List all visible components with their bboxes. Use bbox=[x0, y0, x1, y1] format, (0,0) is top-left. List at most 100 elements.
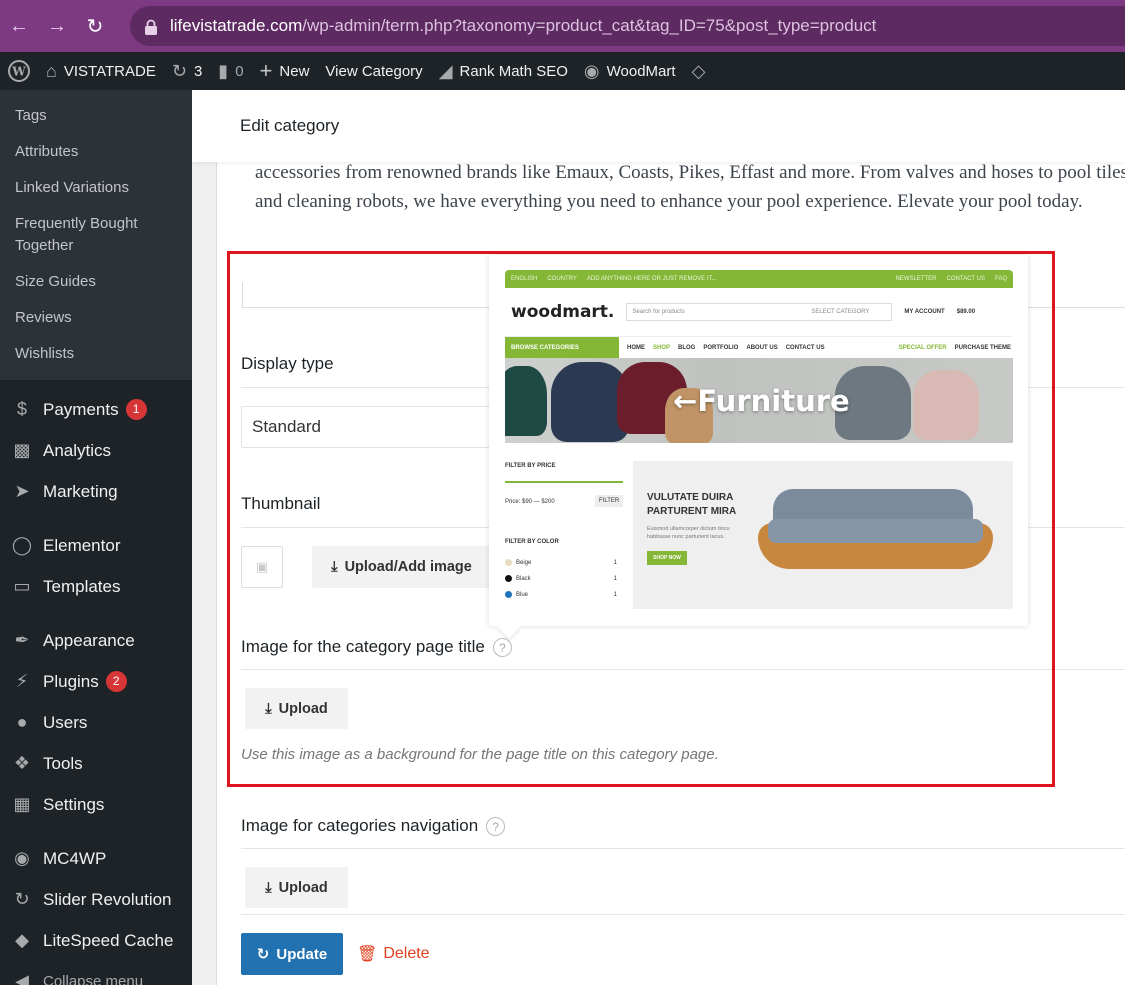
woodmart-label: WoodMart bbox=[606, 62, 676, 80]
preview-filters: FILTER BY PRICE Price: $90 — $200 FILTER… bbox=[505, 443, 625, 609]
updates-icon: ↻ bbox=[171, 61, 187, 81]
submenu-frequently-bought-together[interactable]: Frequently Bought Together bbox=[0, 206, 192, 264]
preview-text: ENGLISH bbox=[511, 276, 538, 282]
url-host: lifevistatrade.com bbox=[170, 16, 303, 35]
preview-text: FILTER BY COLOR bbox=[505, 539, 559, 545]
preview-text: CONTACT US bbox=[785, 344, 825, 351]
submenu-size-guides[interactable]: Size Guides bbox=[0, 264, 192, 300]
reload-icon[interactable]: ↻ bbox=[76, 7, 114, 45]
download-icon: ⤓ bbox=[265, 879, 272, 896]
rank-math-link[interactable]: ◢ Rank Math SEO bbox=[431, 52, 576, 90]
svg-text:W: W bbox=[11, 65, 26, 79]
sidebar-item-label: Tools bbox=[43, 753, 83, 773]
preview-text: SPECIAL OFFER bbox=[898, 344, 947, 351]
view-category-link[interactable]: View Category bbox=[317, 52, 430, 90]
address-bar[interactable]: lifevistatrade.com/wp-admin/term.php?tax… bbox=[130, 6, 1125, 46]
refresh-icon: ↻ bbox=[256, 946, 270, 963]
preview-text: HOME bbox=[627, 344, 645, 351]
sidebar-item-marketing[interactable]: ➤ Marketing bbox=[0, 471, 192, 512]
brush-icon: ✒ bbox=[14, 630, 30, 650]
preview-text: PORTFOLIO bbox=[703, 344, 739, 351]
page-title: Edit category bbox=[240, 116, 340, 135]
preview-text: BLOG bbox=[678, 344, 696, 351]
preview-text: Beige bbox=[516, 559, 532, 566]
category-description-text[interactable]: accessories from renowned brands like Em… bbox=[255, 158, 1125, 216]
sidebar-item-templates[interactable]: ▭ Templates bbox=[0, 566, 192, 607]
comment-icon: ▮ bbox=[218, 61, 229, 81]
preview-text: Search for products bbox=[632, 309, 685, 315]
nav-image-upload-button[interactable]: ⤓ Upload bbox=[245, 867, 348, 908]
preview-text: ABOUT US bbox=[746, 344, 778, 351]
sidebar-item-label: LiteSpeed Cache bbox=[43, 930, 174, 950]
sidebar-item-appearance[interactable]: ✒ Appearance bbox=[0, 620, 192, 661]
notification-badge: 2 bbox=[105, 671, 127, 692]
preview-text: MY ACCOUNT bbox=[904, 309, 945, 315]
updates-link[interactable]: ↻ 3 bbox=[164, 52, 210, 90]
swatch-icon bbox=[505, 559, 512, 566]
sidebar-item-settings[interactable]: ▦ Settings bbox=[0, 784, 192, 825]
submenu-tags[interactable]: Tags bbox=[0, 98, 192, 134]
help-icon[interactable]: ? bbox=[486, 817, 506, 837]
color-row: Beige 1 bbox=[505, 559, 617, 566]
wordpress-logo-icon[interactable]: W bbox=[0, 52, 38, 90]
sidebar-item-analytics[interactable]: ▩ Analytics bbox=[0, 430, 192, 471]
forward-icon[interactable]: → bbox=[38, 7, 76, 45]
tooltip-preview-image: ENGLISH COUNTRY ADD ANYTHING HERE OR JUS… bbox=[505, 270, 1013, 609]
sidebar-item-label: Elementor bbox=[43, 535, 121, 555]
preview-text: 1 bbox=[613, 591, 617, 598]
preview-text: COUNTRY bbox=[547, 276, 577, 282]
sidebar-item-tools[interactable]: ❖ Tools bbox=[0, 743, 192, 784]
submenu-attributes[interactable]: Attributes bbox=[0, 134, 192, 170]
new-content-link[interactable]: + New bbox=[252, 52, 318, 90]
sidebar-item-mc4wp[interactable]: ◉ MC4WP bbox=[0, 838, 192, 879]
delete-button[interactable]: 🗑 Delete bbox=[357, 933, 430, 975]
admin-bar: W ⌂ VISTATRADE ↻ 3 ▮ 0 + New View Catego… bbox=[0, 52, 1125, 90]
sidebar-item-litespeed-cache[interactable]: ◆ LiteSpeed Cache bbox=[0, 920, 192, 961]
woodmart-icon: ◉ bbox=[583, 61, 600, 81]
page-header: Edit category bbox=[192, 90, 1125, 162]
sidebar-item-users[interactable]: ● Users bbox=[0, 702, 192, 743]
preview-nav: BROWSE CATEGORIES HOME SHOP BLOG PORTFOL… bbox=[505, 336, 1013, 359]
updates-count: 3 bbox=[193, 62, 203, 80]
preview-text: ADD ANYTHING HERE OR JUST REMOVE IT... bbox=[586, 276, 717, 282]
sidebar-item-plugins[interactable]: ⚡ Plugins 2 bbox=[0, 661, 192, 702]
help-tooltip-preview: ENGLISH COUNTRY ADD ANYTHING HERE OR JUS… bbox=[489, 255, 1028, 626]
new-label: New bbox=[279, 62, 310, 80]
site-info-icon[interactable] bbox=[144, 19, 158, 35]
upload-label: Upload bbox=[278, 879, 328, 896]
preview-text: NEWSLETTER bbox=[895, 276, 937, 282]
sidebar-item-label: Payments bbox=[43, 399, 119, 419]
update-button[interactable]: ↻ Update bbox=[241, 933, 343, 975]
wrench-icon: ❖ bbox=[13, 753, 31, 773]
litespeed-link[interactable]: ◇ bbox=[684, 52, 714, 90]
sofa-shape bbox=[768, 519, 983, 543]
woodmart-link[interactable]: ◉ WoodMart bbox=[576, 52, 684, 90]
preview-logo: woodmart. bbox=[511, 302, 615, 322]
trash-icon: 🗑 bbox=[357, 946, 378, 963]
submenu-linked-variations[interactable]: Linked Variations bbox=[0, 170, 192, 206]
submenu-reviews[interactable]: Reviews bbox=[0, 300, 192, 336]
back-icon[interactable]: ← bbox=[0, 7, 38, 45]
sidebar-item-label: Analytics bbox=[43, 440, 112, 460]
nav-image-label-row: Image for categories navigation? bbox=[241, 816, 506, 837]
preview-search: Search for products SELECT CATEGORY bbox=[626, 303, 893, 321]
color-row: Black 1 bbox=[505, 575, 617, 582]
site-name-link[interactable]: ⌂ VISTATRADE bbox=[38, 52, 164, 90]
sidebar-item-elementor[interactable]: ◯ Elementor bbox=[0, 525, 192, 566]
preview-text: Furniture bbox=[697, 384, 850, 418]
bar-chart-icon: ▩ bbox=[13, 440, 31, 460]
products-submenu: Tags Attributes Linked Variations Freque… bbox=[0, 90, 192, 380]
comments-count: 0 bbox=[235, 62, 244, 80]
preview-text: FILTER BY PRICE bbox=[505, 463, 556, 469]
preview-text: SELECT CATEGORY bbox=[811, 309, 870, 315]
sidebar-item-payments[interactable]: $ Payments 1 bbox=[0, 389, 192, 430]
preview-text: $89.00 bbox=[956, 309, 976, 315]
dollar-icon: $ bbox=[16, 399, 27, 419]
sidebar-item-label: Users bbox=[43, 712, 88, 732]
submenu-wishlists[interactable]: Wishlists bbox=[0, 336, 192, 372]
chair-shape bbox=[505, 366, 547, 436]
collapse-menu-button[interactable]: ◀ Collapse menu bbox=[0, 961, 192, 985]
sidebar-item-slider-revolution[interactable]: ↻ Slider Revolution bbox=[0, 879, 192, 920]
view-category-label: View Category bbox=[325, 62, 423, 80]
comments-link[interactable]: ▮ 0 bbox=[210, 52, 251, 90]
